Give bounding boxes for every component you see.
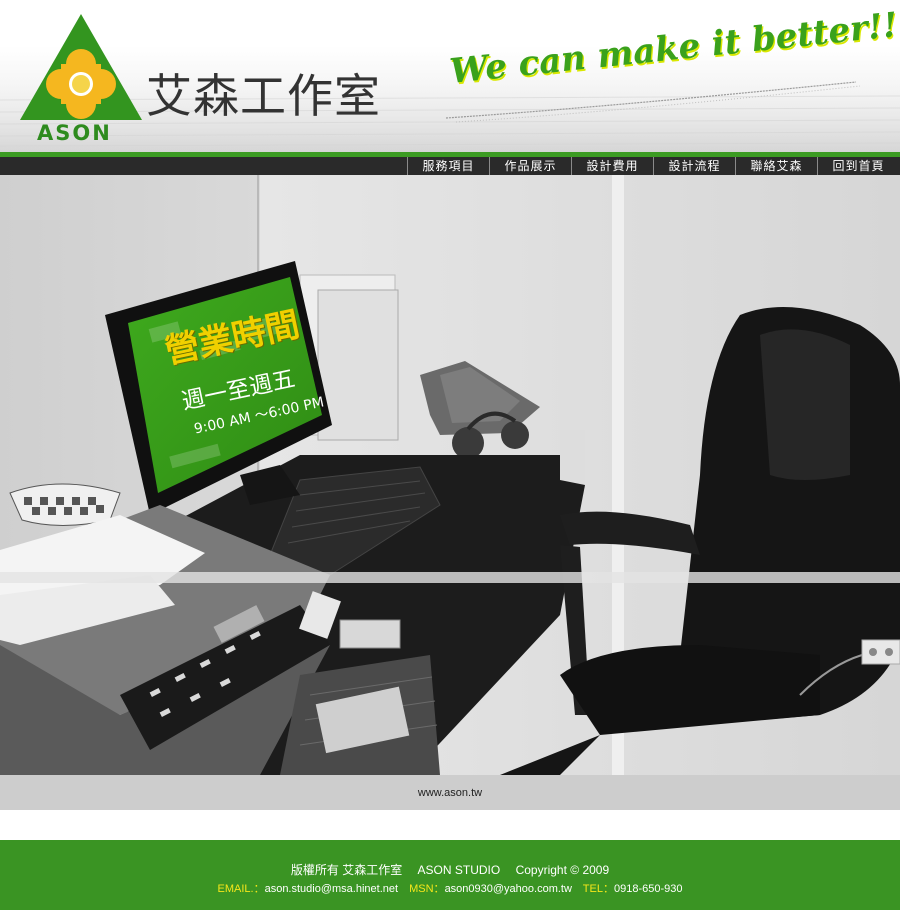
nav-item-contact[interactable]: 聯絡艾森 — [735, 157, 817, 175]
brand-name-en: ASON — [37, 121, 112, 145]
email-label: EMAIL.： — [217, 883, 265, 895]
brand-name-zh: 艾森工作室 — [146, 69, 381, 123]
site-url[interactable]: www.ason.tw — [0, 775, 900, 810]
tel-label: TEL： — [582, 883, 614, 895]
nav-item-portfolio[interactable]: 作品展示 — [489, 157, 571, 175]
nav-menu: 服務項目 作品展示 設計費用 設計流程 聯絡艾森 回到首頁 — [407, 157, 899, 175]
main-nav: 服務項目 作品展示 設計費用 設計流程 聯絡艾森 回到首頁 — [0, 157, 900, 175]
nav-item-pricing[interactable]: 設計費用 — [571, 157, 653, 175]
tel-number: 0918-650-930 — [613, 883, 683, 895]
email-link[interactable]: ason.studio@msa.hinet.net — [265, 883, 398, 895]
nav-item-home[interactable]: 回到首頁 — [817, 157, 899, 175]
site-header: ASON 艾森工作室 We can make it better!! — [0, 0, 900, 152]
studio-name: ASON STUDIO — [417, 863, 501, 877]
copyright-owner: 版權所有 艾森工作室 — [290, 863, 403, 877]
msn-label: MSN： — [409, 883, 445, 895]
nav-item-services[interactable]: 服務項目 — [407, 157, 489, 175]
footer-contact-line: EMAIL.：ason.studio@msa.hinet.net MSN：aso… — [0, 880, 900, 896]
site-footer: 版權所有 艾森工作室 ASON STUDIO Copyright © 2009 … — [0, 840, 900, 910]
nav-item-process[interactable]: 設計流程 — [653, 157, 735, 175]
msn-address: ason0930@yahoo.com.tw — [444, 883, 572, 895]
copyright-year: Copyright © 2009 — [515, 863, 610, 877]
footer-copyright-line: 版權所有 艾森工作室 ASON STUDIO Copyright © 2009 — [0, 861, 900, 878]
hero-office-photo: 營業時間 週一至週五 9:00 AM ～6:00 PM — [0, 175, 900, 775]
office-photo-illustration — [0, 175, 900, 775]
